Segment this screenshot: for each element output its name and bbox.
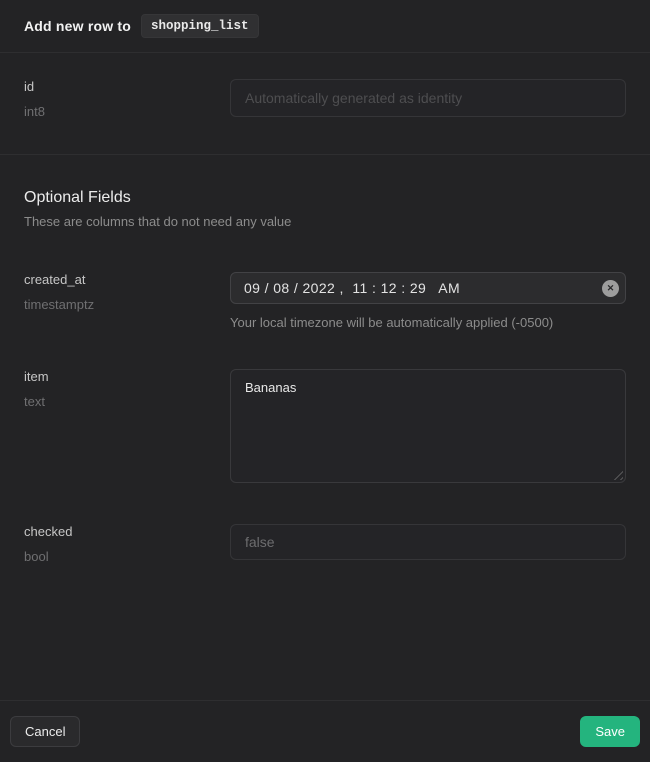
field-input-col-checked xyxy=(230,524,626,560)
required-fields-section: id int8 xyxy=(0,53,650,155)
cancel-button[interactable]: Cancel xyxy=(10,716,80,747)
item-textarea[interactable]: Bananas xyxy=(230,369,626,483)
field-input-col-created-at: 09 / 08 / 2022 , 11 : 12 : 29 AM ✕ Your … xyxy=(230,272,626,330)
field-type-item: text xyxy=(24,394,230,409)
save-button[interactable]: Save xyxy=(580,716,640,747)
field-type-checked: bool xyxy=(24,549,230,564)
field-type-created-at: timestamptz xyxy=(24,297,230,312)
field-name-item: item xyxy=(24,369,230,384)
checked-input[interactable] xyxy=(230,524,626,560)
timezone-note: Your local timezone will be automaticall… xyxy=(230,315,626,330)
field-row-created-at: created_at timestamptz 09 / 08 / 2022 , … xyxy=(24,272,626,330)
clear-datetime-icon[interactable]: ✕ xyxy=(602,280,619,297)
id-input xyxy=(230,79,626,117)
field-name-checked: checked xyxy=(24,524,230,539)
field-label-col-created-at: created_at timestamptz xyxy=(24,272,230,312)
optional-fields-section: Optional Fields These are columns that d… xyxy=(0,155,650,564)
optional-fields-heading: Optional Fields xyxy=(24,189,626,207)
field-input-col-id xyxy=(230,79,626,117)
created-at-value[interactable]: 09 / 08 / 2022 , 11 : 12 : 29 AM xyxy=(244,280,460,296)
field-type-id: int8 xyxy=(24,104,230,119)
created-at-datetime-input[interactable]: 09 / 08 / 2022 , 11 : 12 : 29 AM ✕ xyxy=(230,272,626,304)
field-label-col-id: id int8 xyxy=(24,79,230,119)
table-name-badge: shopping_list xyxy=(141,14,259,38)
add-row-panel: Add new row to shopping_list id int8 Opt… xyxy=(0,0,650,762)
field-name-id: id xyxy=(24,79,230,94)
field-row-checked: checked bool xyxy=(24,524,626,564)
panel-title: Add new row to xyxy=(24,18,131,34)
field-row-id: id int8 xyxy=(24,79,626,119)
field-label-col-item: item text xyxy=(24,369,230,409)
field-input-col-item: Bananas xyxy=(230,369,626,483)
optional-fields-subheading: These are columns that do not need any v… xyxy=(24,214,626,229)
panel-header: Add new row to shopping_list xyxy=(0,0,650,53)
field-label-col-checked: checked bool xyxy=(24,524,230,564)
panel-footer: Cancel Save xyxy=(0,700,650,762)
field-name-created-at: created_at xyxy=(24,272,230,287)
field-row-item: item text Bananas xyxy=(24,369,626,483)
